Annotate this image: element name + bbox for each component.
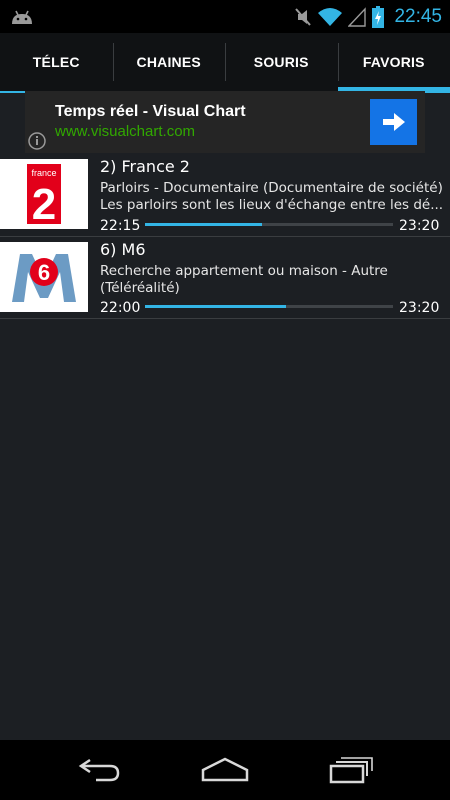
channel-name: 6) M6	[100, 240, 146, 259]
end-time: 23:20	[399, 218, 440, 234]
channel-row-france2[interactable]: france 2 2) France 2 Parloirs - Document…	[0, 153, 450, 237]
svg-text:6: 6	[38, 260, 50, 285]
back-icon[interactable]	[78, 756, 122, 784]
program-description: Les parloirs sont les lieux d'échange en…	[100, 197, 444, 213]
program-title: Parloirs - Documentaire (Documentaire de…	[100, 180, 443, 196]
tab-chaines[interactable]: CHAINES	[112, 33, 226, 91]
signal-icon	[348, 6, 367, 27]
program-progress-bar	[145, 223, 393, 226]
tab-bar: TÉLEC CHAINES SOURIS FAVORIS	[0, 33, 450, 93]
start-time: 22:00	[100, 300, 141, 316]
tab-telec[interactable]: TÉLEC	[0, 33, 113, 91]
m6-logo: 6	[0, 242, 88, 312]
svg-text:2: 2	[32, 180, 56, 229]
arrow-right-icon	[382, 113, 405, 131]
end-time: 23:20	[399, 300, 440, 316]
channel-name: 2) France 2	[100, 157, 190, 176]
svg-text:france: france	[31, 168, 56, 178]
ad-url[interactable]: www.visualchart.com	[55, 123, 195, 140]
recent-apps-icon[interactable]	[328, 756, 374, 784]
channel-row-m6[interactable]: 6 6) M6 Recherche appartement ou maison …	[0, 237, 450, 319]
navigation-bar	[0, 740, 450, 800]
info-icon[interactable]	[27, 131, 47, 151]
status-bar: 22:45	[0, 0, 450, 33]
ad-banner[interactable]: Temps réel - Visual Chart www.visualchar…	[25, 91, 425, 153]
france2-logo: france 2	[0, 159, 88, 229]
tab-souris[interactable]: SOURIS	[225, 33, 338, 91]
start-time: 22:15	[100, 218, 141, 234]
clock: 22:45	[394, 5, 442, 27]
program-progress-bar	[145, 305, 393, 308]
battery-charging-icon	[372, 5, 385, 28]
home-icon[interactable]	[200, 756, 250, 784]
ad-title: Temps réel - Visual Chart	[55, 103, 246, 120]
ad-go-button[interactable]	[370, 99, 417, 145]
tab-favoris[interactable]: FAVORIS	[337, 33, 450, 93]
android-notification-icon	[12, 10, 32, 24]
wifi-icon	[318, 7, 343, 26]
mute-icon	[295, 7, 312, 26]
program-title: Recherche appartement ou maison - Autre	[100, 263, 388, 279]
program-description: (Téléréalité)	[100, 280, 180, 296]
